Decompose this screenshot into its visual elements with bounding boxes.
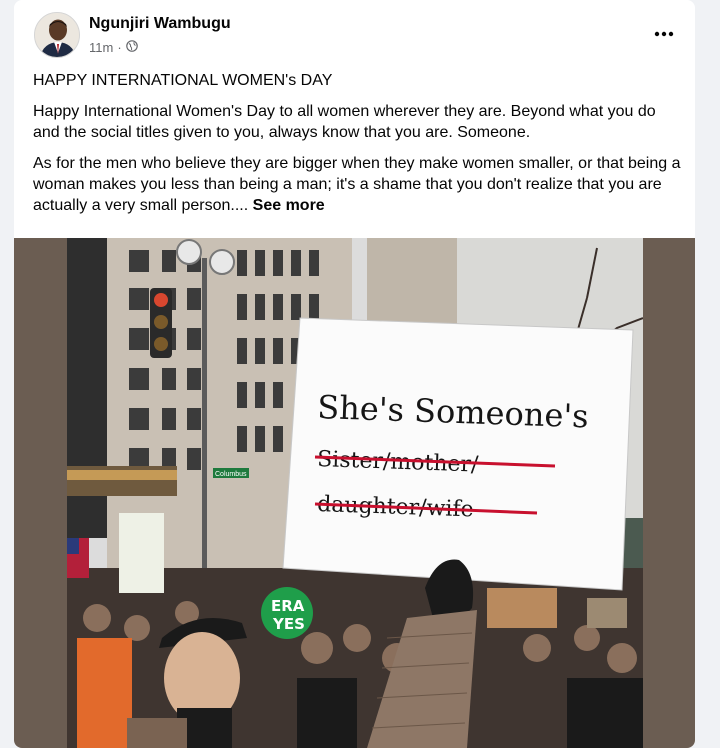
post-title: HAPPY INTERNATIONAL WOMEN's DAY [33, 72, 333, 89]
badge-text-1: ERA [271, 597, 305, 615]
post-paragraph-2-text: As for the men who believe they are bigg… [33, 155, 681, 214]
post-header: Ngunjiri Wambugu 11m · [14, 0, 695, 70]
globe-icon[interactable] [125, 40, 138, 55]
more-options-icon [654, 24, 674, 42]
badge-text-2: YES [272, 615, 305, 633]
post-time[interactable]: 11m [89, 40, 113, 55]
meta-separator: · [117, 40, 122, 55]
post-card: Ngunjiri Wambugu 11m · HAPPY INTERNATION… [14, 0, 695, 748]
more-options-button[interactable] [649, 18, 679, 48]
post-photo[interactable]: Columbus ERA YES She's Someone's Sister/… [67, 238, 643, 748]
post-paragraph-1: Happy International Women's Day to all w… [33, 103, 656, 141]
post-meta: 11m · [89, 40, 138, 55]
street-sign-text: Columbus [215, 471, 247, 478]
post-paragraph-2: As for the men who believe they are bigg… [33, 153, 683, 216]
post-text: HAPPY INTERNATIONAL WOMEN's DAY Happy In… [33, 70, 683, 226]
see-more-link[interactable]: See more [253, 197, 325, 214]
post-image-frame[interactable]: Columbus ERA YES She's Someone's Sister/… [14, 238, 695, 748]
author-name[interactable]: Ngunjiri Wambugu [89, 15, 231, 33]
author-avatar[interactable] [34, 12, 80, 58]
